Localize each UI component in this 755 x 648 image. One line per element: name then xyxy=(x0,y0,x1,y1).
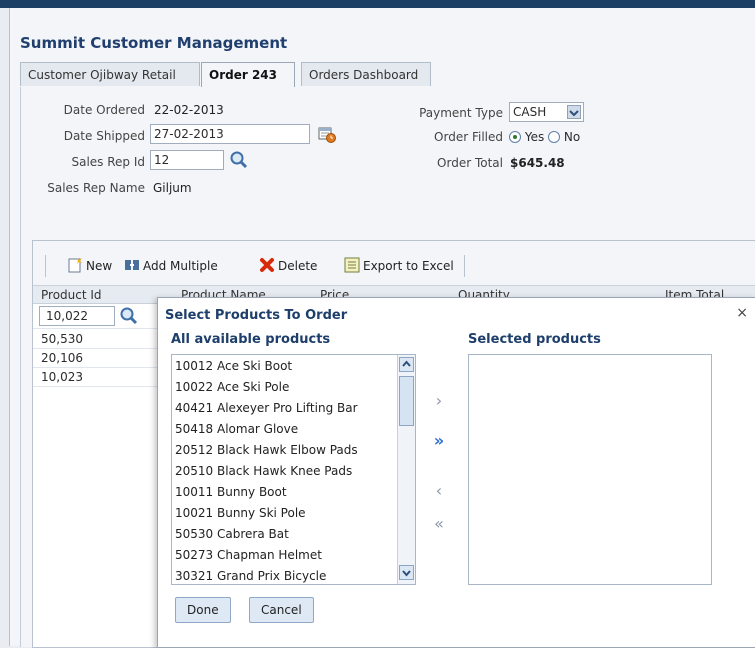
move-all-right-icon[interactable]: » xyxy=(428,431,450,451)
selected-products-list[interactable] xyxy=(468,354,712,585)
sales-rep-name-value: Giljum xyxy=(153,181,192,195)
delete-button-label: Delete xyxy=(278,259,318,273)
select-products-dialog: Select Products To Order × All available… xyxy=(157,297,755,648)
tab-customer-ojibway-retail[interactable]: Customer Ojibway Retail xyxy=(20,62,200,86)
sales-rep-id-label: Sales Rep Id xyxy=(71,155,145,169)
tab-orders-dashboard[interactable]: Orders Dashboard xyxy=(301,62,431,86)
list-item[interactable]: 50530 Cabrera Bat xyxy=(175,524,289,545)
order-filled-no-label: No xyxy=(563,130,581,144)
available-products-list[interactable]: 10012 Ace Ski Boot 10022 Ace Ski Pole 40… xyxy=(171,354,416,585)
list-item[interactable]: 50273 Chapman Helmet xyxy=(175,545,322,566)
table-toolbar: New Add Multiple Delete Export to Excel xyxy=(33,241,755,286)
column-header-product-id[interactable]: Product Id xyxy=(41,288,102,302)
table-row[interactable]: 20,106 xyxy=(33,349,158,368)
scroll-down-button[interactable] xyxy=(399,565,414,580)
order-total-label: Order Total xyxy=(437,156,503,170)
table-row[interactable]: 50,530 xyxy=(33,330,158,349)
list-item[interactable]: 10012 Ace Ski Boot xyxy=(175,356,292,377)
add-multiple-icon xyxy=(124,257,140,273)
chevron-down-icon xyxy=(567,105,581,119)
calendar-icon[interactable] xyxy=(318,125,336,143)
delete-button[interactable]: Delete xyxy=(259,257,317,277)
add-multiple-button-label: Add Multiple xyxy=(143,259,218,273)
list-scrollbar[interactable] xyxy=(397,355,415,584)
list-item[interactable]: 10022 Ace Ski Pole xyxy=(175,377,289,398)
table-row[interactable]: 10,022 xyxy=(33,304,158,329)
new-button[interactable]: New xyxy=(67,257,112,277)
scroll-up-button[interactable] xyxy=(399,357,414,372)
move-right-icon[interactable]: › xyxy=(428,391,450,411)
move-all-left-icon[interactable]: « xyxy=(428,514,450,534)
payment-type-value: CASH xyxy=(513,105,547,119)
date-ordered-value: 22-02-2013 xyxy=(154,103,224,117)
sales-rep-id-input[interactable]: 12 xyxy=(150,150,224,170)
date-ordered-label: Date Ordered xyxy=(63,103,145,117)
list-item[interactable]: 20512 Black Hawk Elbow Pads xyxy=(175,440,358,461)
search-icon[interactable] xyxy=(119,306,139,326)
delete-icon xyxy=(259,257,275,273)
new-button-label: New xyxy=(86,259,113,273)
window-top-strip xyxy=(0,0,755,8)
tab-order-243[interactable]: Order 243 xyxy=(201,62,295,88)
order-total-value: $645.48 xyxy=(510,156,565,170)
tab-bar: Customer Ojibway Retail Order 243 Orders… xyxy=(20,61,755,88)
cancel-button[interactable]: Cancel xyxy=(249,597,314,623)
order-filled-label: Order Filled xyxy=(434,130,503,144)
order-filled-yes-radio[interactable] xyxy=(509,131,521,143)
list-item[interactable]: 50418 Alomar Glove xyxy=(175,419,298,440)
sales-rep-name-label: Sales Rep Name xyxy=(47,181,145,195)
order-filled-radio-group: Yes No xyxy=(509,130,580,144)
search-icon[interactable] xyxy=(229,150,249,170)
payment-type-label: Payment Type xyxy=(419,106,503,120)
move-left-icon[interactable]: ‹ xyxy=(428,481,450,501)
toolbar-separator xyxy=(464,255,465,277)
new-icon xyxy=(67,257,83,273)
scroll-thumb[interactable] xyxy=(399,376,414,426)
table-row[interactable]: 10,023 xyxy=(33,368,158,387)
list-item[interactable]: 20510 Black Hawk Knee Pads xyxy=(175,461,352,482)
list-item[interactable]: 10021 Bunny Ski Pole xyxy=(175,503,306,524)
product-id-input[interactable]: 10,022 xyxy=(39,306,115,326)
app-title: Summit Customer Management xyxy=(20,34,288,52)
selected-products-title: Selected products xyxy=(468,332,601,347)
list-item[interactable]: 10011 Bunny Boot xyxy=(175,482,287,503)
excel-icon xyxy=(344,257,360,273)
toolbar-separator xyxy=(45,255,46,277)
date-shipped-input[interactable]: 27-02-2013 xyxy=(150,124,310,144)
export-to-excel-button[interactable]: Export to Excel xyxy=(344,257,454,277)
close-icon[interactable]: × xyxy=(736,305,748,321)
order-filled-yes-label: Yes xyxy=(524,130,545,144)
done-button[interactable]: Done xyxy=(175,597,231,623)
list-item[interactable]: 30321 Grand Prix Bicycle xyxy=(175,566,326,584)
add-multiple-button[interactable]: Add Multiple xyxy=(124,257,218,277)
payment-type-select[interactable]: CASH xyxy=(509,102,584,122)
dialog-title: Select Products To Order xyxy=(165,308,348,323)
export-to-excel-button-label: Export to Excel xyxy=(363,259,454,273)
list-item[interactable]: 40421 Alexeyer Pro Lifting Bar xyxy=(175,398,358,419)
order-filled-no-radio[interactable] xyxy=(548,131,561,143)
available-products-title: All available products xyxy=(171,332,331,347)
date-shipped-label: Date Shipped xyxy=(63,129,145,143)
